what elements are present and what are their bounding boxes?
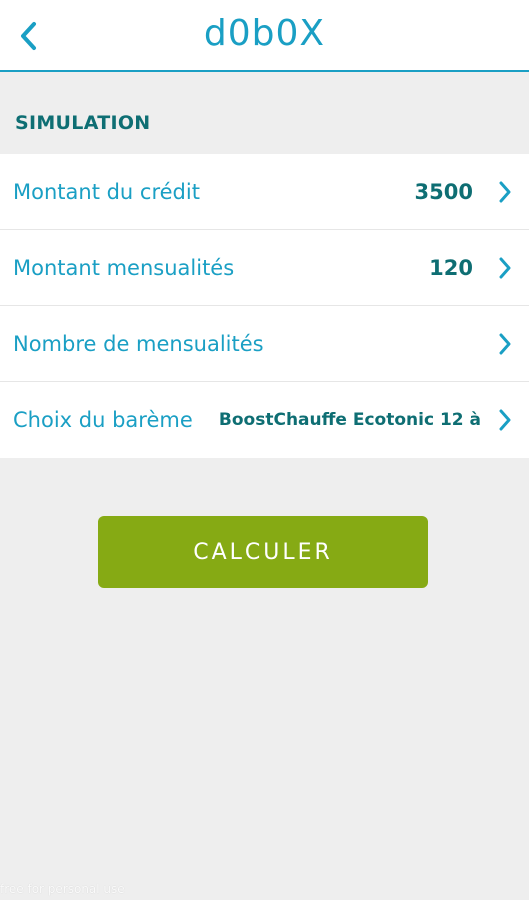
row-montant-credit[interactable]: Montant du crédit 3500 <box>0 154 529 230</box>
chevron-right-icon <box>499 181 511 203</box>
row-value: 120 <box>429 256 473 280</box>
brand-logo: d0b0X <box>203 13 326 54</box>
chevron-right-icon <box>499 257 511 279</box>
app-header: d0b0X <box>0 0 529 72</box>
row-label: Nombre de mensualités <box>13 332 264 356</box>
row-value: 3500 <box>414 180 473 204</box>
chevron-right-icon <box>499 333 511 355</box>
watermark-text: free for personal use <box>0 882 125 896</box>
section-title: SIMULATION <box>15 112 151 134</box>
row-label: Choix du barème <box>13 408 193 432</box>
row-value: BoostChauffe Ecotonic 12 à <box>218 410 481 430</box>
row-nombre-mensualites[interactable]: Nombre de mensualités <box>0 306 529 382</box>
row-label: Montant du crédit <box>13 180 200 204</box>
chevron-right-icon <box>499 409 511 431</box>
simulation-list: Montant du crédit 3500 Montant mensualit… <box>0 154 529 458</box>
calculer-button[interactable]: CALCULER <box>98 516 428 588</box>
row-label: Montant mensualités <box>13 256 235 280</box>
row-choix-bareme[interactable]: Choix du barème BoostChauffe Ecotonic 12… <box>0 382 529 458</box>
row-montant-mensualites[interactable]: Montant mensualités 120 <box>0 230 529 306</box>
